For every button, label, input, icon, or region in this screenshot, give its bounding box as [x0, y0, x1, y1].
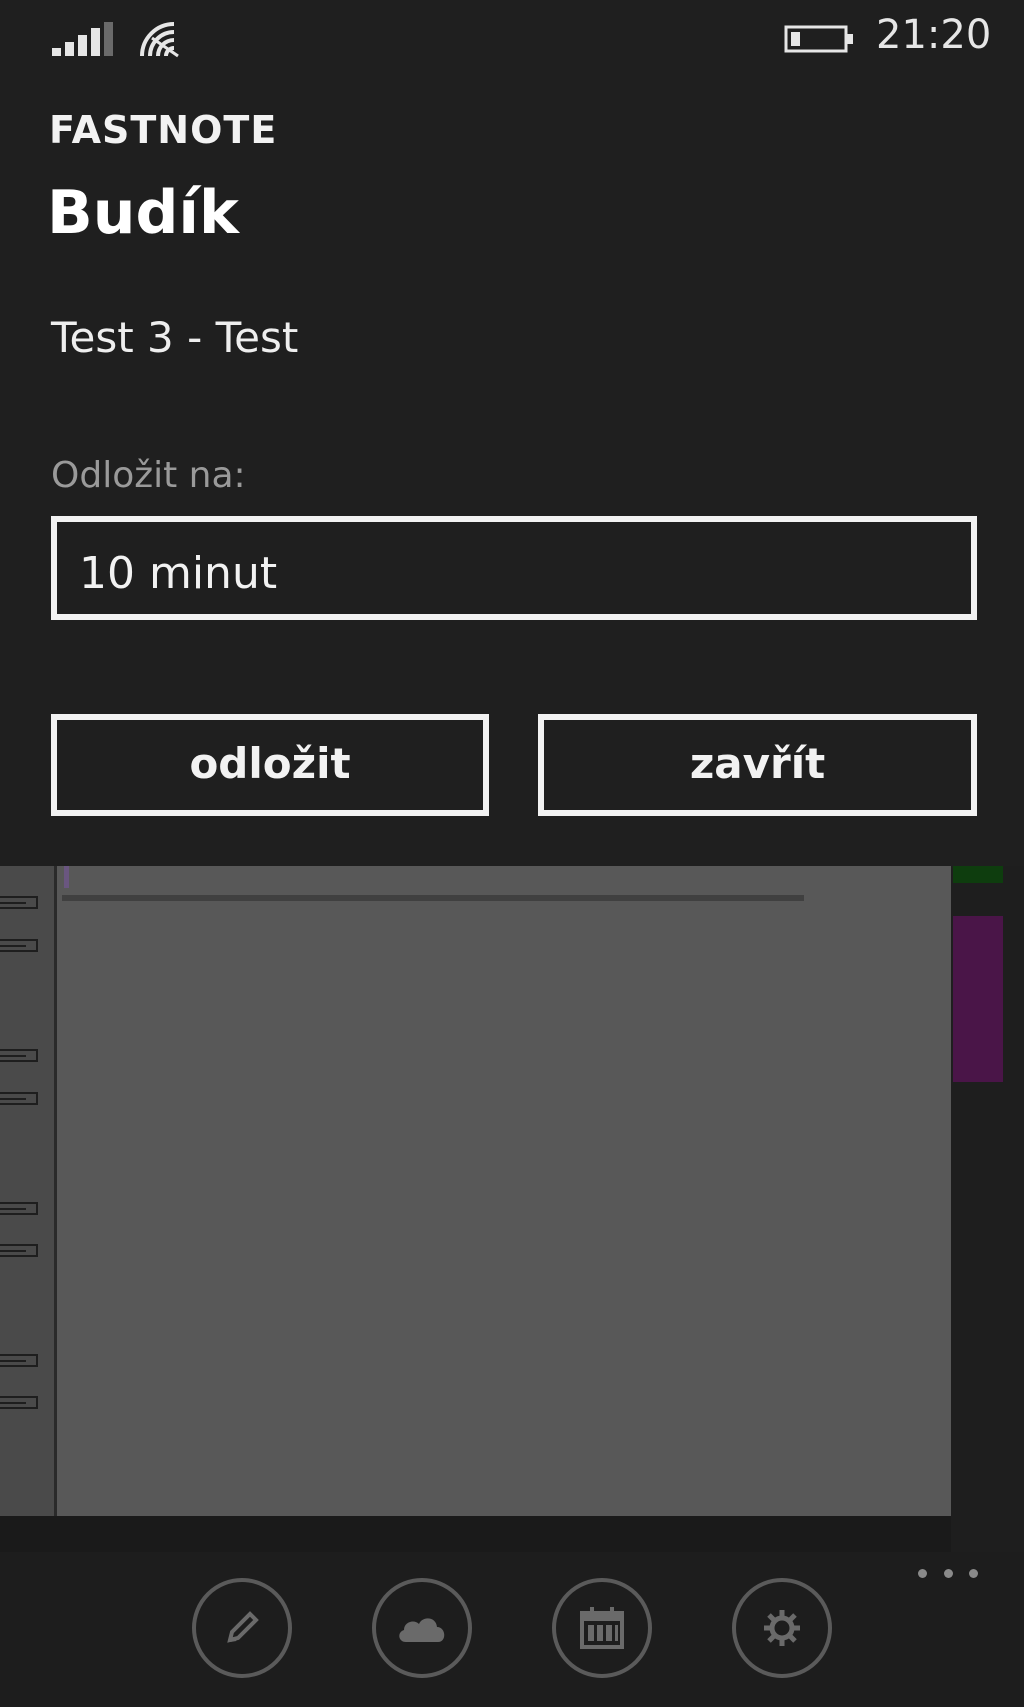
binding-ring	[0, 896, 38, 909]
binding-ring	[0, 1244, 38, 1257]
pencil-icon	[227, 1611, 259, 1643]
more-options-button[interactable]	[918, 1558, 978, 1588]
status-clock: 21:20	[876, 12, 992, 58]
screen: 21:20 FASTNOTE Budík Test 3 - Test Odlož…	[0, 0, 1024, 1707]
ellipsis-icon	[943, 1568, 953, 1578]
calendar-icon	[580, 1607, 624, 1649]
dialog-title: Budík	[47, 178, 239, 248]
snooze-label: Odložit na:	[51, 455, 246, 496]
section-tab-purple	[953, 916, 1003, 1082]
gear-icon	[764, 1610, 800, 1646]
calendar-button[interactable]	[552, 1578, 652, 1678]
background-app	[0, 866, 1024, 1552]
cloud-icon	[399, 1618, 445, 1642]
binding-ring	[0, 939, 38, 952]
wifi-icon	[140, 22, 179, 58]
binding-ring	[0, 1049, 38, 1062]
note-page	[0, 866, 951, 1516]
app-bar	[0, 1552, 1024, 1707]
settings-button[interactable]	[732, 1578, 832, 1678]
ellipsis-icon	[918, 1568, 927, 1578]
battery-icon	[784, 25, 853, 53]
signal-strength-icon	[52, 22, 113, 56]
binding-ring	[0, 1396, 38, 1409]
status-bar: 21:20	[0, 0, 1024, 80]
section-tab-green	[953, 866, 1003, 883]
snooze-duration-picker[interactable]: 10 minut	[51, 516, 977, 620]
note-title-underline	[62, 895, 804, 901]
binding-ring	[0, 1202, 38, 1215]
snooze-duration-value: 10 minut	[79, 548, 278, 599]
reminder-message: Test 3 - Test	[51, 313, 299, 362]
note-spine	[54, 866, 57, 1516]
text-cursor	[64, 866, 69, 888]
snooze-button[interactable]: odložit	[51, 714, 489, 816]
close-button[interactable]: zavřít	[538, 714, 977, 816]
binding-ring	[0, 1354, 38, 1367]
reminder-dialog: 21:20 FASTNOTE Budík Test 3 - Test Odlož…	[0, 0, 1024, 866]
sync-button[interactable]	[372, 1578, 472, 1678]
binding-ring	[0, 1092, 38, 1105]
ellipsis-icon	[969, 1568, 978, 1578]
app-name: FASTNOTE	[49, 108, 278, 152]
new-note-button[interactable]	[192, 1578, 292, 1678]
note-binding-margin	[0, 866, 54, 1516]
